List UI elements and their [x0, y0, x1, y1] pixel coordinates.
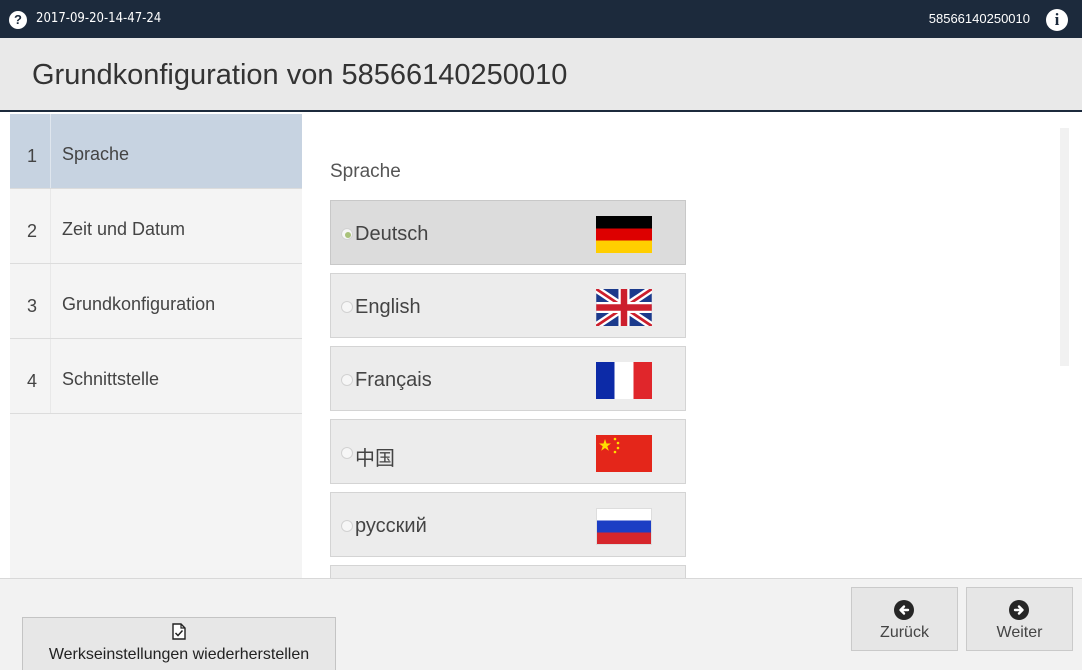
- language-panel: Sprache Deutsch English Français 中国 русс…: [302, 114, 1082, 578]
- back-label: Zurück: [880, 624, 929, 641]
- step-number: 3: [27, 296, 38, 316]
- step-label: Zeit und Datum: [62, 219, 186, 239]
- section-heading: Sprache: [330, 161, 401, 182]
- language-label: Français: [355, 369, 432, 391]
- radio-button[interactable]: [341, 374, 353, 386]
- factory-reset-label: Werkseinstellungen wiederherstellen: [48, 646, 310, 663]
- footer-bar: Werkseinstellungen wiederherstellen Zurü…: [0, 578, 1082, 670]
- next-label: Weiter: [996, 624, 1043, 641]
- page-title: Grundkonfiguration von 58566140250010: [32, 59, 568, 91]
- arrow-right-icon: [1009, 600, 1029, 620]
- info-icon[interactable]: i: [1046, 9, 1068, 31]
- step-label: Schnittstelle: [62, 369, 160, 389]
- language-list: Deutsch English Français 中国 русский: [330, 200, 686, 578]
- step-label: Grundkonfiguration: [62, 294, 216, 314]
- step-divider: [50, 339, 51, 413]
- scrollbar[interactable]: [1060, 128, 1069, 366]
- step-number: 1: [27, 146, 38, 166]
- step-grundkonfiguration[interactable]: 3 Grundkonfiguration: [10, 264, 302, 339]
- wizard-steps: 1 Sprache 2 Zeit und Datum 3 Grundkonfig…: [10, 114, 302, 578]
- title-bar: Grundkonfiguration von 58566140250010: [0, 38, 1082, 112]
- document-check-icon: [172, 623, 186, 645]
- radio-button[interactable]: [341, 301, 353, 313]
- radio-button[interactable]: [341, 520, 353, 532]
- radio-button[interactable]: [341, 228, 353, 240]
- step-divider: [50, 264, 51, 338]
- status-bar: ? 2017-09-20-14-47-24 58566140250010 i: [0, 0, 1082, 38]
- language-option-chinese[interactable]: 中国: [330, 419, 686, 484]
- step-number: 4: [27, 371, 38, 391]
- timestamp: 2017-09-20-14-47-24: [36, 11, 162, 26]
- language-label: русский: [355, 515, 427, 537]
- step-divider: [50, 114, 51, 188]
- uk-flag-icon: [596, 289, 652, 326]
- factory-reset-button[interactable]: Werkseinstellungen wiederherstellen: [22, 617, 336, 670]
- arrow-left-icon: [894, 600, 914, 620]
- language-option-francais[interactable]: Français: [330, 346, 686, 411]
- chinese-flag-icon: [596, 435, 652, 472]
- german-flag-icon: [596, 216, 652, 253]
- russian-flag-icon: [596, 508, 652, 545]
- device-serial: 58566140250010: [928, 11, 1030, 26]
- step-sprache[interactable]: 1 Sprache: [10, 114, 302, 189]
- help-icon[interactable]: ?: [9, 11, 27, 29]
- language-option-english[interactable]: English: [330, 273, 686, 338]
- language-label: English: [355, 296, 421, 318]
- back-button[interactable]: Zurück: [851, 587, 958, 651]
- french-flag-icon: [596, 362, 652, 399]
- language-option-deutsch[interactable]: Deutsch: [330, 200, 686, 265]
- language-option-more[interactable]: [330, 565, 686, 578]
- next-button[interactable]: Weiter: [966, 587, 1073, 651]
- language-label: Deutsch: [355, 223, 429, 245]
- step-divider: [50, 189, 51, 263]
- radio-button[interactable]: [341, 447, 353, 459]
- language-option-russian[interactable]: русский: [330, 492, 686, 557]
- step-number: 2: [27, 221, 38, 241]
- step-label: Sprache: [62, 144, 130, 164]
- step-zeit-und-datum[interactable]: 2 Zeit und Datum: [10, 189, 302, 264]
- step-schnittstelle[interactable]: 4 Schnittstelle: [10, 339, 302, 414]
- language-label: 中国: [355, 448, 395, 470]
